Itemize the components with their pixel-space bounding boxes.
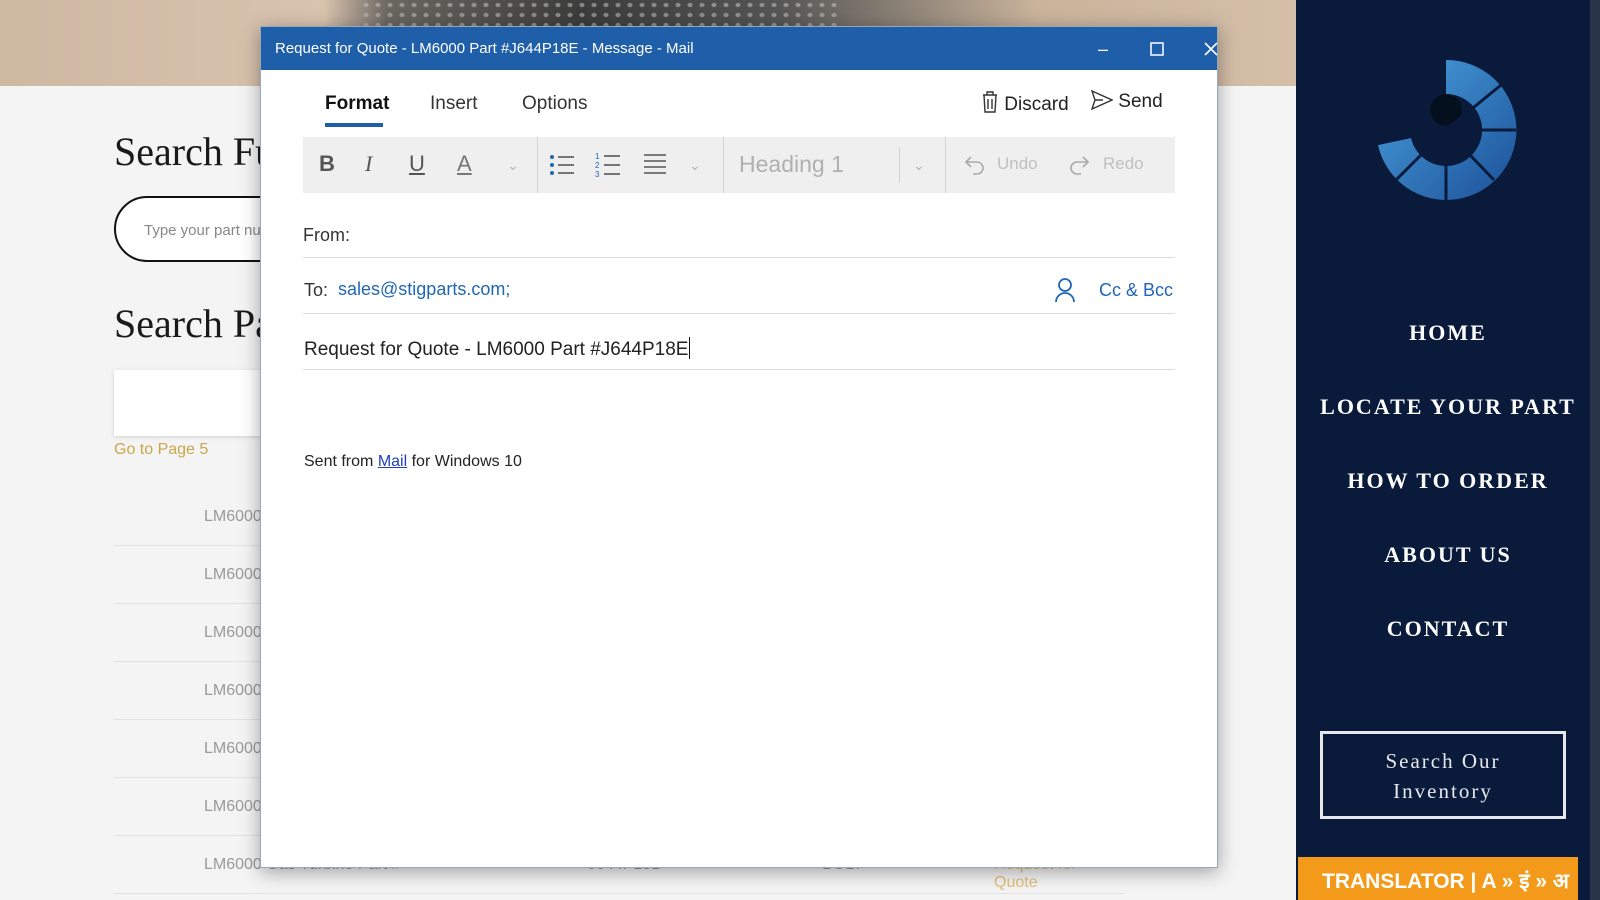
active-tab-indicator	[325, 123, 383, 127]
mail-compose-window: Request for Quote - LM6000 Part #J644P18…	[260, 26, 1218, 868]
to-recipient[interactable]: sales@stigparts.com;	[338, 279, 510, 300]
subject-divider	[303, 369, 1175, 370]
subject-text: Request for Quote - LM6000 Part #J644P18…	[304, 339, 689, 360]
undo-icon[interactable]	[963, 153, 985, 175]
bulleted-list-icon[interactable]	[549, 153, 575, 177]
part-search-placeholder: Type your part nu	[144, 222, 261, 239]
minimize-icon[interactable]: –	[1083, 35, 1123, 63]
row-part: LM6000	[204, 798, 262, 815]
to-label: To:	[304, 280, 329, 300]
page-selector[interactable]	[114, 370, 274, 436]
discard-label: Discard	[1004, 94, 1069, 115]
tab-insert[interactable]: Insert	[430, 93, 478, 115]
site-sidebar: HOME LOCATE YOUR PART HOW TO ORDER ABOUT…	[1296, 0, 1600, 900]
close-icon[interactable]	[1191, 35, 1231, 63]
contact-picker-icon[interactable]	[1054, 277, 1076, 303]
nav-home[interactable]: HOME	[1296, 320, 1600, 346]
to-divider	[303, 313, 1175, 314]
format-toolbar: B I U A ⌄ 123 ⌄ Heading 1 ⌄ Undo Redo	[303, 137, 1175, 193]
align-icon[interactable]	[643, 153, 667, 175]
signature-suffix: for Windows 10	[411, 453, 522, 470]
send-button[interactable]: Send	[1090, 89, 1163, 113]
message-body[interactable]: Sent from Mail for Windows 10	[304, 453, 522, 471]
inventory-line-1: Search Our	[1385, 749, 1501, 773]
row-part: LM6000	[204, 624, 262, 641]
font-color-chevron-icon[interactable]: ⌄	[507, 157, 519, 174]
send-icon	[1090, 89, 1114, 111]
undo-label[interactable]: Undo	[997, 154, 1038, 174]
company-logo	[1376, 59, 1517, 200]
cc-bcc-button[interactable]: Cc & Bcc	[1099, 280, 1173, 301]
redo-label[interactable]: Redo	[1103, 154, 1144, 174]
desktop: Search Fu Type your part nu Search Pag G…	[0, 0, 1600, 900]
svg-text:1: 1	[595, 152, 600, 161]
nav-locate-part[interactable]: LOCATE YOUR PART	[1296, 394, 1600, 420]
subject-field[interactable]: Request for Quote - LM6000 Part #J644P18…	[304, 337, 691, 361]
italic-button[interactable]: I	[365, 151, 372, 177]
svg-text:2: 2	[595, 161, 600, 170]
translator-button[interactable]: TRANSLATOR | A » इं » अ	[1298, 857, 1578, 900]
align-chevron-icon[interactable]: ⌄	[689, 157, 701, 174]
scrollbar[interactable]	[1590, 0, 1600, 900]
signature-prefix: Sent from	[304, 453, 374, 470]
row-part: LM6000	[204, 508, 262, 525]
row-part: LM6000	[204, 566, 262, 583]
row-part: LM6000	[204, 740, 262, 757]
maximize-icon[interactable]	[1137, 35, 1177, 63]
underline-button[interactable]: U	[409, 151, 425, 177]
inventory-line-2: Inventory	[1393, 779, 1493, 803]
nav-how-to-order[interactable]: HOW TO ORDER	[1296, 468, 1600, 494]
from-divider	[303, 257, 1175, 258]
discard-button[interactable]: Discard	[981, 90, 1069, 116]
trash-icon	[983, 91, 997, 113]
send-label: Send	[1118, 91, 1163, 112]
search-full-title: Search Fu	[114, 129, 276, 174]
svg-text:3: 3	[595, 170, 600, 179]
from-label: From:	[303, 225, 350, 245]
tab-options[interactable]: Options	[522, 93, 587, 115]
numbered-list-icon[interactable]: 123	[595, 151, 621, 179]
mail-app-link[interactable]: Mail	[378, 453, 407, 470]
mail-titlebar[interactable]: Request for Quote - LM6000 Part #J644P18…	[261, 27, 1218, 70]
row-part: LM6000	[204, 682, 262, 699]
nav-about-us[interactable]: ABOUT US	[1296, 542, 1600, 568]
window-title: Request for Quote - LM6000 Part #J644P18…	[275, 40, 694, 57]
bold-button[interactable]: B	[319, 151, 335, 177]
nav-contact[interactable]: CONTACT	[1296, 616, 1600, 642]
tab-format[interactable]: Format	[325, 93, 389, 115]
style-chevron-icon[interactable]: ⌄	[913, 157, 925, 174]
paragraph-style-select[interactable]: Heading 1	[739, 151, 844, 178]
redo-icon[interactable]	[1069, 153, 1091, 175]
search-inventory-button[interactable]: Search Our Inventory	[1320, 731, 1566, 819]
goto-page-link[interactable]: Go to Page 5	[114, 441, 208, 459]
font-color-button[interactable]: A	[457, 151, 472, 177]
text-caret	[689, 337, 691, 359]
